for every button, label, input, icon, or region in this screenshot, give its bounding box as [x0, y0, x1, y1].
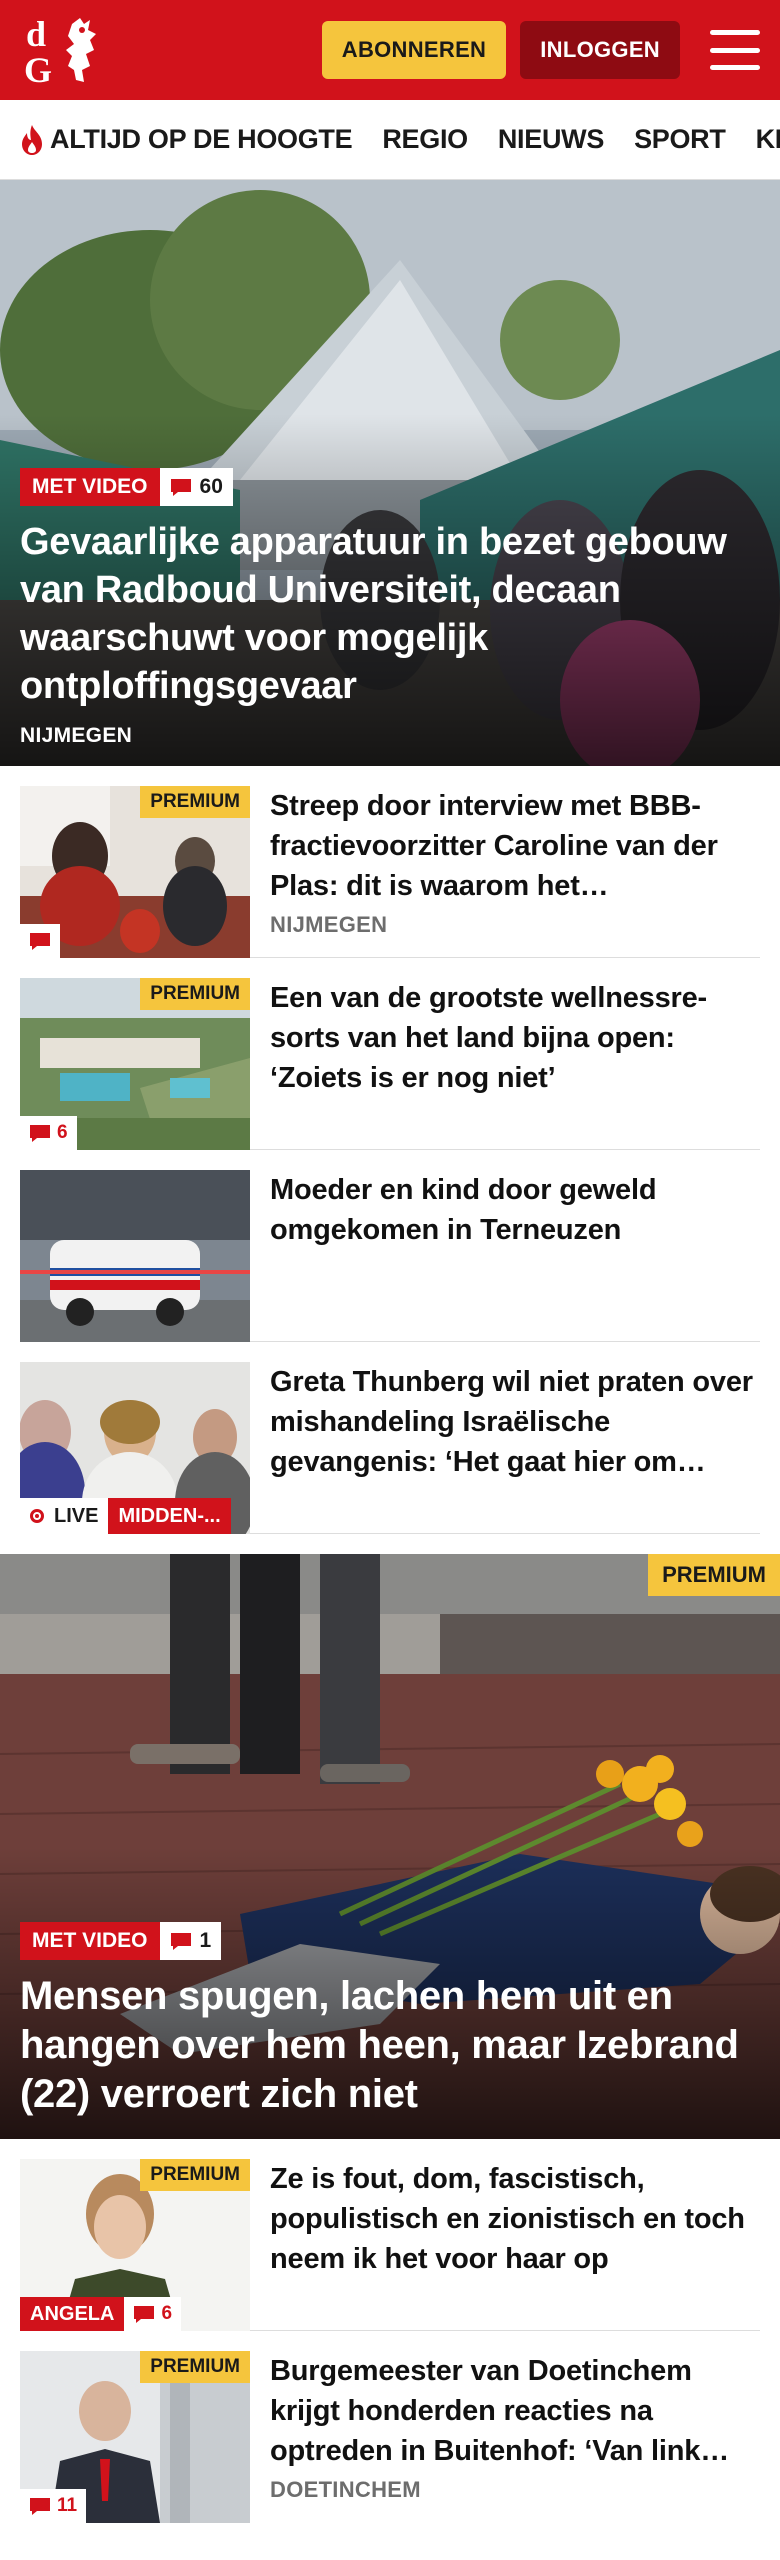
premium-badge: PREMIUM	[140, 978, 250, 1010]
author-label[interactable]: ANGELA	[20, 2297, 125, 2331]
article-title[interactable]: Greta Thunberg wil niet praten over mish…	[270, 1362, 760, 1482]
article-location: DOETINCHEM	[270, 2477, 421, 2502]
article-list-2: PREMIUM ANGELA 6 Ze is fout, dom, fascis…	[0, 2139, 780, 2523]
section-nav: ALTIJD OP DE HOOGTE REGIO NIEUWS SPORT K…	[0, 100, 780, 180]
live-badge: LIVE	[20, 1498, 109, 1534]
premium-badge: PREMIUM	[140, 2351, 250, 2383]
comment-count[interactable]: 60	[159, 468, 233, 506]
list-item[interactable]: PREMIUM ANGELA 6 Ze is fout, dom, fascis…	[20, 2139, 760, 2331]
site-header: d G ABONNEREN INLOGGEN	[0, 0, 780, 100]
dg-logo-icon: d G	[24, 14, 96, 90]
comment-count-value: 1	[199, 1929, 212, 1952]
list-item[interactable]: PREMIUM 6 Een van de grootste wellnessre…	[20, 958, 760, 1150]
comment-count-value: 11	[57, 2495, 78, 2516]
dg-logo[interactable]: d G	[20, 10, 116, 90]
article-title[interactable]: Een van de grootste wellnessre­sorts van…	[270, 978, 760, 1098]
video-tag: MET VIDEO	[20, 1922, 160, 1960]
login-button[interactable]: INLOGGEN	[520, 21, 680, 79]
comment-count[interactable]: 1	[159, 1922, 222, 1960]
live-label: LIVE	[54, 1504, 99, 1527]
subscribe-button[interactable]: ABONNEREN	[321, 21, 507, 79]
list-item[interactable]: PREMIUM Streep door interview met BBB-fr…	[20, 766, 760, 958]
nav-item-kijk[interactable]: KIJK	[756, 124, 780, 155]
premium-badge: PREMIUM	[648, 1554, 780, 1596]
article-thumbnail: PREMIUM	[20, 786, 250, 958]
hero-article[interactable]: MET VIDEO 60 Gevaarlijke apparatuur in b…	[0, 180, 780, 766]
thumbnail-image	[20, 1170, 250, 1342]
nav-item-nieuws[interactable]: NIEUWS	[498, 124, 605, 155]
hero-location: NIJMEGEN	[20, 724, 133, 747]
article-title[interactable]: Moeder en kind door geweld omgekomen in …	[270, 1170, 760, 1250]
article-thumbnail: PREMIUM 6	[20, 978, 250, 1150]
live-dot-icon	[30, 1509, 44, 1523]
comment-count[interactable]: 6	[20, 1116, 77, 1150]
nav-item-regio[interactable]: REGIO	[382, 124, 468, 155]
comment-icon	[134, 2305, 155, 2323]
comment-icon	[30, 1124, 50, 1142]
premium-badge: PREMIUM	[140, 786, 250, 818]
video-tag: MET VIDEO	[20, 468, 160, 506]
feature-title[interactable]: Mensen spugen, lachen hem uit en hangen …	[20, 1972, 760, 2119]
nav-item-altijd-op-de-hoogte[interactable]: ALTIJD OP DE HOOGTE	[18, 123, 353, 157]
premium-badge: PREMIUM	[140, 2159, 250, 2191]
article-title[interactable]: Burgemeester van Doetinchem krijgt honde…	[270, 2351, 760, 2471]
comment-count[interactable]: 6	[124, 2297, 182, 2331]
comment-count-value: 60	[199, 475, 223, 498]
article-list: PREMIUM Streep door interview met BBB-fr…	[0, 766, 780, 1534]
nav-item-sport[interactable]: SPORT	[634, 124, 726, 155]
comment-icon	[170, 478, 191, 496]
list-item[interactable]: PREMIUM 11 Burgemeester van Doetinchem k…	[20, 2331, 760, 2523]
feature-article[interactable]: PREMIUM MET VIDEO 1 Mensen spugen, lache…	[0, 1554, 780, 2139]
comment-count[interactable]	[20, 924, 60, 958]
comment-count-value: 6	[57, 1122, 68, 1143]
article-thumbnail: PREMIUM ANGELA 6	[20, 2159, 250, 2331]
category-badge[interactable]: MIDDEN-...	[108, 1498, 231, 1534]
hero-title[interactable]: Gevaarlijke apparatuur in bezet gebouw v…	[20, 518, 760, 710]
article-title[interactable]: Ze is fout, dom, fascistisch, populistis…	[270, 2159, 760, 2279]
list-item[interactable]: LIVE MIDDEN-... Greta Thunberg wil niet …	[20, 1342, 760, 1534]
article-thumbnail: LIVE MIDDEN-...	[20, 1362, 250, 1534]
svg-text:d: d	[26, 14, 46, 54]
comment-icon	[170, 1932, 191, 1950]
comment-icon	[30, 932, 50, 950]
article-title[interactable]: Streep door interview met BBB-fractievoo…	[270, 786, 760, 906]
nav-item-label: ALTIJD OP DE HOOGTE	[50, 124, 353, 154]
list-item[interactable]: Moeder en kind door geweld omgekomen in …	[20, 1150, 760, 1342]
comment-count-value: 6	[161, 2303, 173, 2324]
menu-icon[interactable]	[710, 30, 760, 70]
comment-count[interactable]: 11	[20, 2489, 87, 2523]
svg-text:G: G	[24, 50, 52, 90]
article-thumbnail: PREMIUM 11	[20, 2351, 250, 2523]
comment-icon	[30, 2497, 50, 2515]
article-thumbnail	[20, 1170, 250, 1342]
article-location: NIJMEGEN	[270, 912, 388, 937]
flame-icon	[22, 124, 42, 155]
